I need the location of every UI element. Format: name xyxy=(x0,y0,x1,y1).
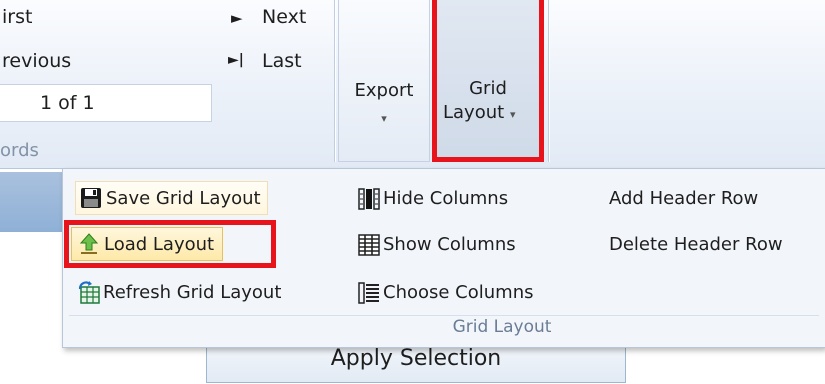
hide-columns-item[interactable]: Hide Columns xyxy=(357,181,508,215)
grid-header-strip xyxy=(0,172,70,232)
page-number-field[interactable]: 1 of 1 xyxy=(0,84,212,122)
previous-button[interactable]: revious xyxy=(2,50,71,72)
show-columns-item[interactable]: Show Columns xyxy=(357,227,516,261)
next-arrow-icon[interactable]: ► xyxy=(231,9,243,27)
grid-layout-group-caption: Grid Layout xyxy=(452,317,552,337)
add-header-row-label: Add Header Row xyxy=(609,187,759,209)
show-columns-label: Show Columns xyxy=(383,233,516,255)
export-label: Export xyxy=(354,80,414,101)
choose-columns-item[interactable]: Choose Columns xyxy=(357,275,534,309)
load-layout-highlight xyxy=(64,220,276,268)
save-icon xyxy=(80,187,102,209)
group-separator xyxy=(548,0,549,162)
records-group-caption: ords xyxy=(0,140,39,161)
refresh-grid-layout-item[interactable]: Refresh Grid Layout xyxy=(75,275,281,309)
last-arrow-icon[interactable]: ►| xyxy=(228,52,244,68)
hide-columns-label: Hide Columns xyxy=(383,187,509,209)
export-button[interactable]: Export ▾ xyxy=(338,0,430,162)
ribbon: irst revious ► Next ►| Last 1 of 1 ords … xyxy=(0,0,825,169)
refresh-grid-icon xyxy=(77,281,100,304)
first-button[interactable]: irst xyxy=(2,6,32,28)
group-separator xyxy=(334,0,335,162)
last-button[interactable]: Last xyxy=(262,50,302,72)
add-header-row-item[interactable]: Add Header Row xyxy=(609,181,758,215)
chevron-down-icon: ▾ xyxy=(381,112,387,125)
choose-columns-label: Choose Columns xyxy=(383,281,534,303)
next-button[interactable]: Next xyxy=(262,6,306,28)
refresh-grid-layout-label: Refresh Grid Layout xyxy=(103,281,282,303)
save-grid-layout-item[interactable]: Save Grid Layout xyxy=(75,181,268,215)
save-grid-layout-label: Save Grid Layout xyxy=(106,187,261,209)
hide-columns-icon xyxy=(357,187,380,210)
grid-layout-highlight xyxy=(432,0,544,162)
delete-header-row-item[interactable]: Delete Header Row xyxy=(609,227,783,261)
group-divider xyxy=(69,315,819,316)
show-columns-icon xyxy=(357,233,380,256)
choose-columns-icon xyxy=(357,281,379,304)
delete-header-row-label: Delete Header Row xyxy=(609,233,783,255)
